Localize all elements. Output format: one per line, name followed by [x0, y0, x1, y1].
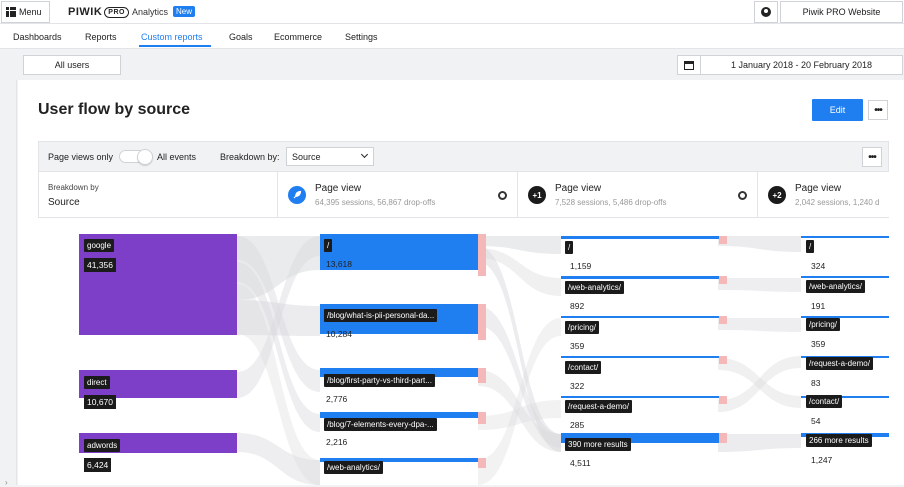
- page-label: 266 more results: [806, 434, 872, 447]
- dropoff-node[interactable]: [719, 433, 727, 443]
- source-label: google: [84, 239, 115, 252]
- dropoff-node[interactable]: [478, 412, 486, 424]
- page-label: /blog/7-elements-every-dpa-...: [324, 418, 437, 431]
- page-label: /request-a-demo/: [806, 357, 873, 370]
- page-label: /: [806, 240, 815, 253]
- page-node[interactable]: [561, 316, 719, 318]
- page-label: /: [324, 239, 333, 252]
- dropoff-node[interactable]: [478, 304, 486, 340]
- flow-link: [718, 236, 801, 252]
- page-value: 10,284: [326, 329, 352, 339]
- dropoff-node[interactable]: [719, 396, 727, 404]
- source-label: adwords: [84, 439, 121, 452]
- page-value: 13,618: [326, 259, 352, 269]
- source-label: direct: [84, 376, 110, 389]
- page-label: /pricing/: [565, 321, 600, 334]
- flow-link: [718, 278, 801, 292]
- page-value: 191: [811, 301, 826, 311]
- page-node[interactable]: [561, 236, 719, 239]
- page-value: 2,216: [326, 437, 348, 447]
- page-value: 892: [570, 301, 585, 311]
- flow-link: [478, 248, 561, 296]
- dropoff-node[interactable]: [478, 458, 486, 468]
- page-label: /web-analytics/: [324, 461, 383, 474]
- page-label: /blog/what-is-pii-personal-da...: [324, 309, 438, 322]
- dropoff-node[interactable]: [719, 316, 727, 324]
- dropoff-node[interactable]: [719, 236, 727, 244]
- page-label: /contact/: [565, 361, 602, 374]
- page-label: 390 more results: [565, 438, 631, 451]
- page-label: /: [565, 241, 574, 254]
- page-value: 359: [811, 339, 826, 349]
- dropoff-node[interactable]: [719, 276, 727, 284]
- page-value: 359: [570, 341, 585, 351]
- page-label: /pricing/: [806, 318, 841, 331]
- page-value: 4,511: [570, 458, 591, 468]
- flow-link: [718, 434, 801, 452]
- dropoff-node[interactable]: [719, 356, 727, 364]
- page-value: 83: [811, 378, 821, 388]
- page-label: /blog/first-party-vs-third-part...: [324, 374, 435, 387]
- source-value: 41,356: [84, 258, 116, 272]
- page-label: /web-analytics/: [565, 281, 624, 294]
- page-node[interactable]: [561, 396, 719, 398]
- page-label: /contact/: [806, 395, 843, 408]
- dropoff-node[interactable]: [478, 368, 486, 383]
- user-flow-diagram: [79, 234, 889, 485]
- page-value: 285: [570, 420, 585, 430]
- source-value: 6,424: [84, 458, 112, 472]
- page-label: /web-analytics/: [806, 280, 865, 293]
- page-value: 54: [811, 416, 821, 426]
- page-label: /request-a-demo/: [565, 400, 632, 413]
- flow-link: [718, 318, 801, 332]
- dropoff-node[interactable]: [478, 234, 486, 276]
- page-value: 1,247: [811, 455, 833, 465]
- page-value: 1,159: [570, 261, 592, 271]
- page-node[interactable]: [561, 276, 719, 279]
- page-node[interactable]: [561, 356, 719, 358]
- page-node[interactable]: [801, 276, 889, 278]
- page-value: 322: [570, 381, 585, 391]
- page-value: 2,776: [326, 394, 348, 404]
- source-value: 10,670: [84, 395, 116, 409]
- page-value: 324: [811, 261, 826, 271]
- page-node[interactable]: [801, 236, 889, 238]
